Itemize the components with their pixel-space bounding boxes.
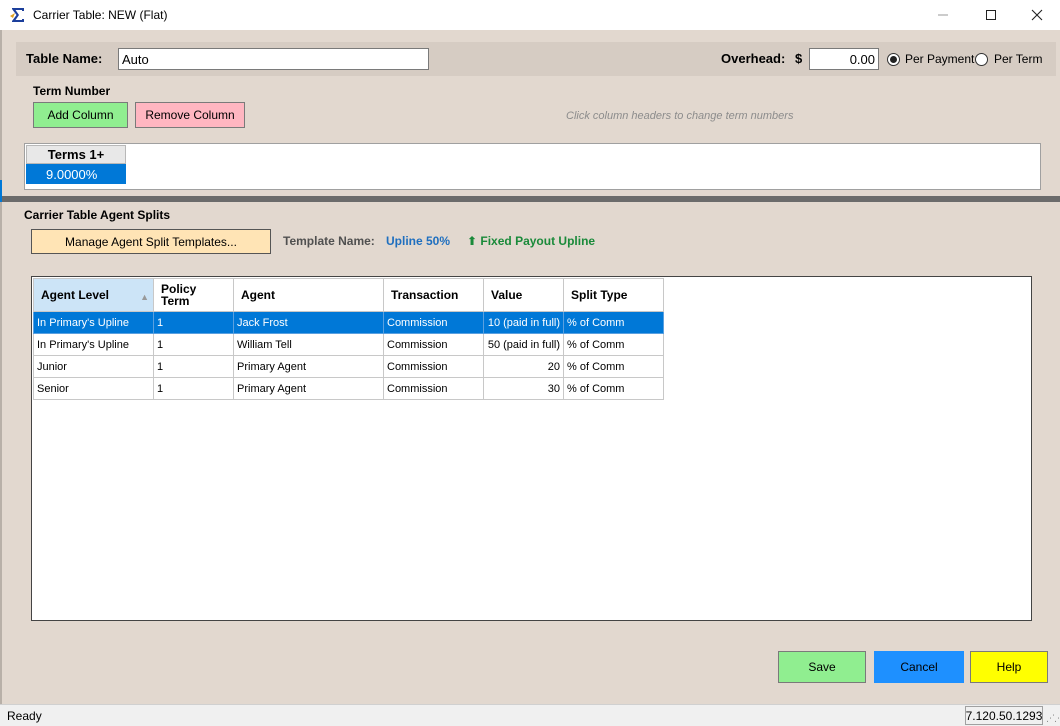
cell-agent[interactable]: Primary Agent [233,355,384,378]
cell-agent-level[interactable]: Junior [33,355,154,378]
minimize-icon [938,14,948,16]
version-label: 7.120.50.1293 [965,706,1043,725]
currency-symbol: $ [795,51,803,66]
term-number-title: Term Number [33,84,111,98]
client-area: Table Name: Overhead: $ Per Payment Per … [2,30,1060,704]
cell-policy-term[interactable]: 1 [153,355,234,378]
overhead-input[interactable] [809,48,879,70]
save-button[interactable]: Save [778,651,866,683]
title-bar: Carrier Table: NEW (Flat) [0,0,1060,30]
add-column-button[interactable]: Add Column [33,102,128,128]
term-number-hint: Click column headers to change term numb… [566,110,794,122]
cell-agent[interactable]: William Tell [233,333,384,356]
cell-split-type[interactable]: % of Comm [563,377,664,400]
help-button[interactable]: Help [970,651,1048,683]
header-band: Table Name: Overhead: $ Per Payment Per … [16,42,1056,76]
table-row[interactable]: In Primary's Upline 1 Jack Frost Commiss… [33,311,664,334]
table-row[interactable]: In Primary's Upline 1 William Tell Commi… [33,333,664,356]
cell-agent[interactable]: Jack Frost [233,311,384,334]
col-value[interactable]: Value [483,278,564,312]
per-term-label[interactable]: Per Term [994,52,1042,66]
remove-column-button[interactable]: Remove Column [135,102,245,128]
term-column-header[interactable]: Terms 1+ [26,145,126,164]
col-policy-term[interactable]: Policy Term [153,278,234,312]
term-column-value[interactable]: 9.0000% [26,164,126,184]
cell-value[interactable]: 50 (paid in full) [483,333,564,356]
cell-transaction[interactable]: Commission [383,311,484,334]
table-row[interactable]: Junior 1 Primary Agent Commission 20 % o… [33,355,664,378]
status-text: Ready [7,709,42,723]
cell-transaction[interactable]: Commission [383,333,484,356]
cell-transaction[interactable]: Commission [383,355,484,378]
cell-agent[interactable]: Primary Agent [233,377,384,400]
maximize-icon [986,10,996,20]
section-divider[interactable] [2,196,1060,202]
table-row[interactable]: Senior 1 Primary Agent Commission 30 % o… [33,377,664,400]
grid-header-row: Agent Level ▲ Policy Term Agent Transactio… [33,278,664,312]
per-payment-radio[interactable] [887,53,900,66]
overhead-label: Overhead: [721,51,786,66]
agent-splits-title: Carrier Table Agent Splits [24,208,171,222]
sort-up-icon: ▲ [140,292,149,302]
col-split-type[interactable]: Split Type [563,278,664,312]
cell-agent-level[interactable]: In Primary's Upline [33,311,154,334]
cell-policy-term[interactable]: 1 [153,311,234,334]
close-button[interactable] [1014,0,1060,30]
template-name-label: Template Name: [283,234,375,248]
term-number-panel: Terms 1+ 9.0000% [24,143,1041,190]
window-title: Carrier Table: NEW (Flat) [33,8,168,22]
minimize-button[interactable] [920,0,966,30]
cell-value[interactable]: 30 [483,377,564,400]
cell-policy-term[interactable]: 1 [153,333,234,356]
close-icon [1031,9,1043,21]
per-payment-label[interactable]: Per Payment [905,52,974,66]
template-name-value: Upline 50% [386,234,451,248]
manage-templates-button[interactable]: Manage Agent Split Templates... [31,229,271,254]
table-name-label: Table Name: [26,51,103,66]
cell-split-type[interactable]: % of Comm [563,311,664,334]
col-transaction[interactable]: Transaction [383,278,484,312]
cell-agent-level[interactable]: In Primary's Upline [33,333,154,356]
cell-value[interactable]: 20 [483,355,564,378]
sigma-app-icon [9,6,27,24]
cell-policy-term[interactable]: 1 [153,377,234,400]
cell-split-type[interactable]: % of Comm [563,355,664,378]
cell-split-type[interactable]: % of Comm [563,333,664,356]
cell-agent-level[interactable]: Senior [33,377,154,400]
cell-value[interactable]: 10 (paid in full) [483,311,564,334]
table-name-input[interactable] [118,48,429,70]
maximize-button[interactable] [968,0,1014,30]
col-agent[interactable]: Agent [233,278,384,312]
agent-splits-grid: Agent Level ▲ Policy Term Agent Transactio… [31,276,1032,621]
status-bar: Ready 7.120.50.1293 ⋰⋰ [0,704,1060,726]
fixed-payout-label: ⬆ Fixed Payout Upline [467,234,596,248]
cell-transaction[interactable]: Commission [383,377,484,400]
col-agent-level[interactable]: Agent Level ▲ [33,278,154,312]
per-term-radio[interactable] [975,53,988,66]
cancel-button[interactable]: Cancel [874,651,964,683]
resize-grip-icon[interactable]: ⋰⋰ [1046,713,1060,724]
